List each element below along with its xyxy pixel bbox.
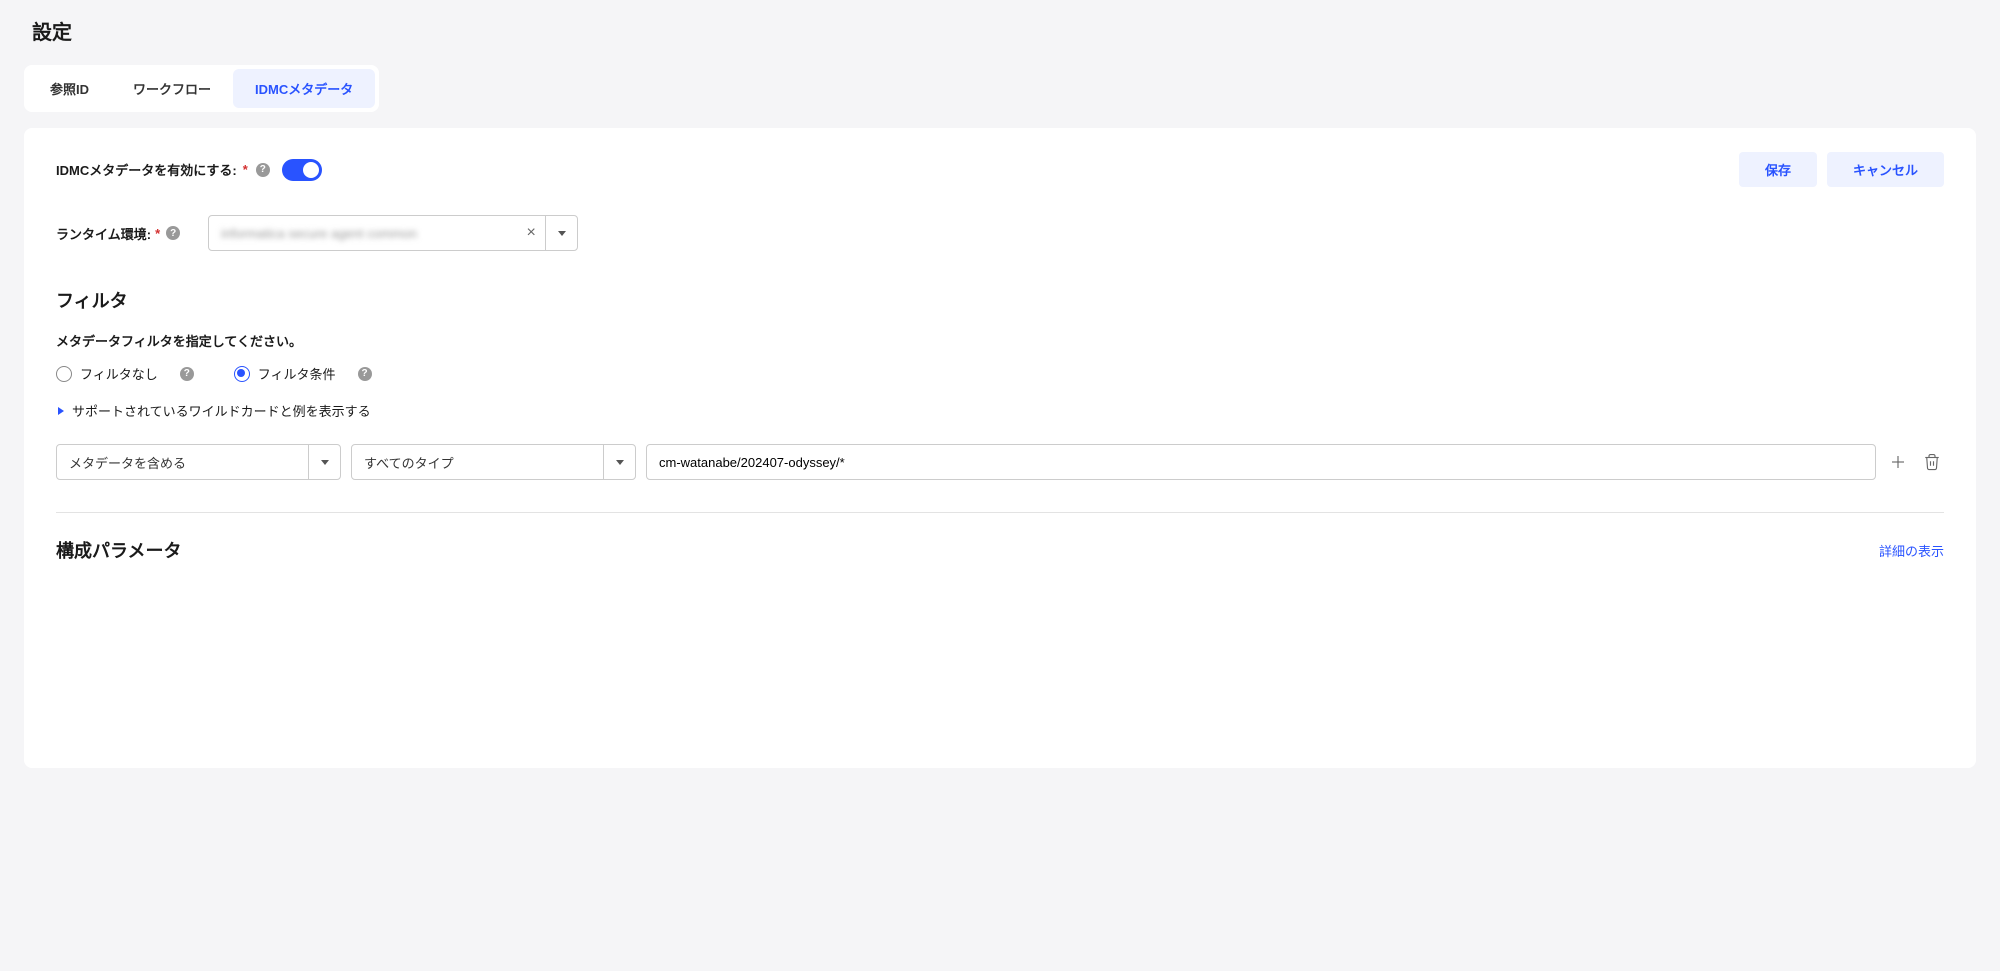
show-details-link[interactable]: 詳細の表示 xyxy=(1879,541,1944,560)
tab-idmc-metadata[interactable]: IDMCメタデータ xyxy=(233,69,375,108)
divider xyxy=(56,512,1944,513)
plus-icon xyxy=(1889,453,1907,471)
clear-icon[interactable]: × xyxy=(517,224,545,242)
runtime-select[interactable]: informatica secure agent common × xyxy=(208,215,578,251)
delete-filter-button[interactable] xyxy=(1920,450,1944,474)
chevron-down-icon[interactable] xyxy=(545,216,577,250)
content-card: IDMCメタデータを有効にする: * ? 保存 キャンセル ランタイム環境: *… xyxy=(24,128,1976,768)
chevron-down-icon[interactable] xyxy=(308,445,340,479)
trash-icon xyxy=(1923,453,1941,471)
required-marker: * xyxy=(155,226,160,241)
toggle-knob xyxy=(303,162,319,178)
help-icon[interactable]: ? xyxy=(256,163,270,177)
chevron-down-icon[interactable] xyxy=(603,445,635,479)
metadata-include-value: メタデータを含める xyxy=(57,453,308,472)
radio-filter-none[interactable] xyxy=(56,366,72,382)
required-marker: * xyxy=(243,162,248,177)
tab-workflow[interactable]: ワークフロー xyxy=(111,69,233,108)
runtime-label: ランタイム環境: xyxy=(56,224,151,243)
runtime-value: informatica secure agent common xyxy=(209,226,517,241)
help-icon[interactable]: ? xyxy=(180,367,194,381)
add-filter-button[interactable] xyxy=(1886,450,1910,474)
help-icon[interactable]: ? xyxy=(166,226,180,240)
metadata-include-select[interactable]: メタデータを含める xyxy=(56,444,341,480)
radio-filter-condition[interactable] xyxy=(234,366,250,382)
params-section-title: 構成パラメータ xyxy=(56,537,181,563)
radio-filter-condition-label: フィルタ条件 xyxy=(258,364,336,383)
type-value: すべてのタイプ xyxy=(352,453,603,472)
chevron-right-icon xyxy=(58,407,64,415)
cancel-button[interactable]: キャンセル xyxy=(1827,152,1944,187)
enable-metadata-toggle[interactable] xyxy=(282,159,322,181)
filter-path-input[interactable] xyxy=(646,444,1876,480)
tab-reference-id[interactable]: 参照ID xyxy=(28,69,111,108)
wildcard-expand-link[interactable]: サポートされているワイルドカードと例を表示する xyxy=(56,401,1944,420)
wildcard-link-text: サポートされているワイルドカードと例を表示する xyxy=(72,401,371,420)
filter-section-subtitle: メタデータフィルタを指定してください。 xyxy=(56,331,1944,350)
filter-section-title: フィルタ xyxy=(56,287,1944,313)
page-title: 設定 xyxy=(32,16,1976,45)
save-button[interactable]: 保存 xyxy=(1739,152,1817,187)
tabs-bar: 参照ID ワークフロー IDMCメタデータ xyxy=(24,65,379,112)
enable-metadata-label: IDMCメタデータを有効にする: xyxy=(56,160,237,179)
radio-filter-none-label: フィルタなし xyxy=(80,364,158,383)
type-select[interactable]: すべてのタイプ xyxy=(351,444,636,480)
help-icon[interactable]: ? xyxy=(358,367,372,381)
